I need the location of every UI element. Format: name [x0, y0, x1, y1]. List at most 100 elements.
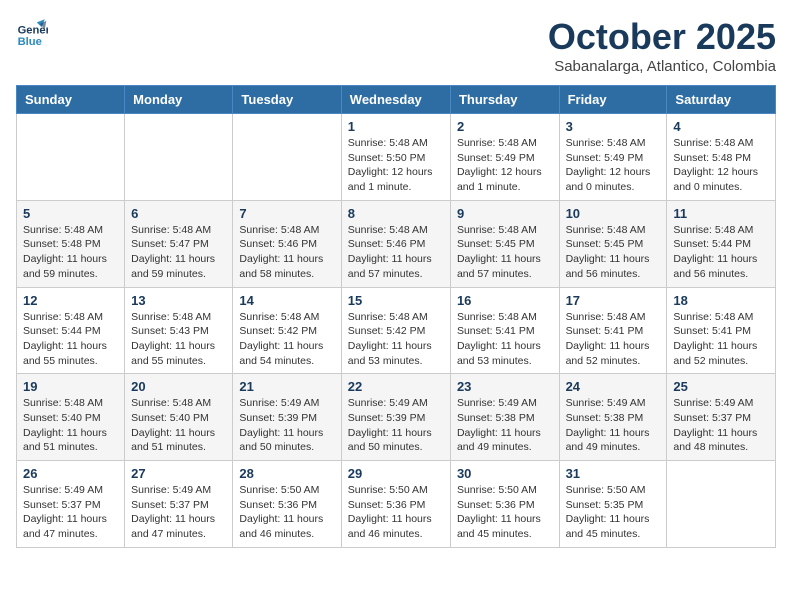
- day-info: Sunrise: 5:48 AMSunset: 5:46 PMDaylight:…: [348, 223, 444, 282]
- weekday-header-saturday: Saturday: [667, 86, 776, 114]
- day-info: Sunrise: 5:50 AMSunset: 5:36 PMDaylight:…: [457, 483, 553, 542]
- calendar-cell: 6Sunrise: 5:48 AMSunset: 5:47 PMDaylight…: [125, 200, 233, 287]
- day-number: 9: [457, 206, 553, 221]
- day-info: Sunrise: 5:48 AMSunset: 5:40 PMDaylight:…: [131, 396, 226, 455]
- day-number: 28: [239, 466, 334, 481]
- weekday-header-row: SundayMondayTuesdayWednesdayThursdayFrid…: [17, 86, 776, 114]
- day-info: Sunrise: 5:49 AMSunset: 5:37 PMDaylight:…: [23, 483, 118, 542]
- calendar-cell: 10 Sunrise: 5:48 AMSunset: 5:45 PMDayligh…: [559, 200, 667, 287]
- day-number: 4: [673, 119, 769, 134]
- calendar-cell: 9 Sunrise: 5:48 AMSunset: 5:45 PMDaylight…: [450, 200, 559, 287]
- weekday-header-sunday: Sunday: [17, 86, 125, 114]
- day-info: Sunrise: 5:48 AMSunset: 5:41 PMDaylight:…: [566, 310, 661, 369]
- calendar-cell: 16Sunrise: 5:48 AMSunset: 5:41 PMDayligh…: [450, 287, 559, 374]
- calendar-cell: 5 Sunrise: 5:48 AMSunset: 5:48 PMDaylight…: [17, 200, 125, 287]
- calendar-cell: 21 Sunrise: 5:49 AMSunset: 5:39 PMDayligh…: [233, 374, 341, 461]
- calendar-cell: 7 Sunrise: 5:48 AMSunset: 5:46 PMDaylight…: [233, 200, 341, 287]
- calendar-cell: 30 Sunrise: 5:50 AMSunset: 5:36 PMDayligh…: [450, 461, 559, 548]
- day-info: Sunrise: 5:48 AMSunset: 5:48 PMDaylight:…: [23, 223, 118, 282]
- calendar-cell: 4 Sunrise: 5:48 AMSunset: 5:48 PMDaylight…: [667, 114, 776, 201]
- day-info: Sunrise: 5:49 AMSunset: 5:38 PMDaylight:…: [457, 396, 553, 455]
- calendar-cell: 2 Sunrise: 5:48 AMSunset: 5:49 PMDaylight…: [450, 114, 559, 201]
- day-info: Sunrise: 5:48 AMSunset: 5:43 PMDaylight:…: [131, 310, 226, 369]
- day-number: 18: [673, 293, 769, 308]
- day-number: 7: [239, 206, 334, 221]
- calendar-cell: 20 Sunrise: 5:48 AMSunset: 5:40 PMDayligh…: [125, 374, 233, 461]
- calendar-cell: [125, 114, 233, 201]
- day-info: Sunrise: 5:48 AMSunset: 5:44 PMDaylight:…: [673, 223, 769, 282]
- day-number: 31: [566, 466, 661, 481]
- calendar-cell: 24 Sunrise: 5:49 AMSunset: 5:38 PMDayligh…: [559, 374, 667, 461]
- calendar-cell: 8 Sunrise: 5:48 AMSunset: 5:46 PMDaylight…: [341, 200, 450, 287]
- day-number: 14: [239, 293, 334, 308]
- calendar-cell: 12Sunrise: 5:48 AMSunset: 5:44 PMDayligh…: [17, 287, 125, 374]
- calendar-cell: 31 Sunrise: 5:50 AMSunset: 5:35 PMDayligh…: [559, 461, 667, 548]
- weekday-header-monday: Monday: [125, 86, 233, 114]
- day-number: 3: [566, 119, 661, 134]
- day-number: 15: [348, 293, 444, 308]
- day-number: 11: [673, 206, 769, 221]
- day-info: Sunrise: 5:48 AMSunset: 5:49 PMDaylight:…: [566, 136, 661, 195]
- day-number: 27: [131, 466, 226, 481]
- calendar-cell: 29 Sunrise: 5:50 AMSunset: 5:36 PMDayligh…: [341, 461, 450, 548]
- day-info: Sunrise: 5:48 AMSunset: 5:46 PMDaylight:…: [239, 223, 334, 282]
- day-number: 17: [566, 293, 661, 308]
- day-info: Sunrise: 5:50 AMSunset: 5:35 PMDaylight:…: [566, 483, 661, 542]
- day-info: Sunrise: 5:49 AMSunset: 5:39 PMDaylight:…: [348, 396, 444, 455]
- day-info: Sunrise: 5:48 AMSunset: 5:48 PMDaylight:…: [673, 136, 769, 195]
- calendar-cell: [233, 114, 341, 201]
- day-info: Sunrise: 5:48 AMSunset: 5:47 PMDaylight:…: [131, 223, 226, 282]
- calendar-cell: 3 Sunrise: 5:48 AMSunset: 5:49 PMDaylight…: [559, 114, 667, 201]
- day-number: 8: [348, 206, 444, 221]
- day-number: 13: [131, 293, 226, 308]
- calendar-cell: 11 Sunrise: 5:48 AMSunset: 5:44 PMDayligh…: [667, 200, 776, 287]
- day-number: 5: [23, 206, 118, 221]
- day-number: 30: [457, 466, 553, 481]
- calendar-cell: 13 Sunrise: 5:48 AMSunset: 5:43 PMDayligh…: [125, 287, 233, 374]
- calendar-cell: 17 Sunrise: 5:48 AMSunset: 5:41 PMDayligh…: [559, 287, 667, 374]
- logo-icon: General Blue: [16, 16, 48, 48]
- day-info: Sunrise: 5:48 AMSunset: 5:44 PMDaylight:…: [23, 310, 118, 369]
- day-info: Sunrise: 5:48 AMSunset: 5:45 PMDaylight:…: [457, 223, 553, 282]
- day-number: 26: [23, 466, 118, 481]
- day-number: 29: [348, 466, 444, 481]
- week-row-3: 12Sunrise: 5:48 AMSunset: 5:44 PMDayligh…: [17, 287, 776, 374]
- calendar-cell: 15 Sunrise: 5:48 AMSunset: 5:42 PMDayligh…: [341, 287, 450, 374]
- weekday-header-thursday: Thursday: [450, 86, 559, 114]
- calendar-cell: 28 Sunrise: 5:50 AMSunset: 5:36 PMDayligh…: [233, 461, 341, 548]
- calendar-cell: 22 Sunrise: 5:49 AMSunset: 5:39 PMDayligh…: [341, 374, 450, 461]
- calendar-cell: 26 Sunrise: 5:49 AMSunset: 5:37 PMDayligh…: [17, 461, 125, 548]
- calendar-cell: 23Sunrise: 5:49 AMSunset: 5:38 PMDayligh…: [450, 374, 559, 461]
- day-info: Sunrise: 5:48 AMSunset: 5:50 PMDaylight:…: [348, 136, 444, 195]
- day-number: 25: [673, 379, 769, 394]
- week-row-4: 19Sunrise: 5:48 AMSunset: 5:40 PMDayligh…: [17, 374, 776, 461]
- month-title: October 2025: [548, 16, 776, 58]
- day-number: 10: [566, 206, 661, 221]
- week-row-1: 1Sunrise: 5:48 AMSunset: 5:50 PMDaylight…: [17, 114, 776, 201]
- day-info: Sunrise: 5:50 AMSunset: 5:36 PMDaylight:…: [239, 483, 334, 542]
- day-number: 22: [348, 379, 444, 394]
- day-info: Sunrise: 5:49 AMSunset: 5:39 PMDaylight:…: [239, 396, 334, 455]
- svg-text:Blue: Blue: [18, 36, 42, 48]
- day-number: 2: [457, 119, 553, 134]
- day-number: 24: [566, 379, 661, 394]
- calendar-cell: 25Sunrise: 5:49 AMSunset: 5:37 PMDayligh…: [667, 374, 776, 461]
- day-info: Sunrise: 5:48 AMSunset: 5:41 PMDaylight:…: [673, 310, 769, 369]
- day-info: Sunrise: 5:48 AMSunset: 5:42 PMDaylight:…: [239, 310, 334, 369]
- day-number: 21: [239, 379, 334, 394]
- subtitle: Sabanalarga, Atlantico, Colombia: [548, 58, 776, 75]
- calendar-cell: [667, 461, 776, 548]
- calendar-cell: 19Sunrise: 5:48 AMSunset: 5:40 PMDayligh…: [17, 374, 125, 461]
- day-info: Sunrise: 5:48 AMSunset: 5:45 PMDaylight:…: [566, 223, 661, 282]
- day-info: Sunrise: 5:49 AMSunset: 5:37 PMDaylight:…: [131, 483, 226, 542]
- day-info: Sunrise: 5:48 AMSunset: 5:49 PMDaylight:…: [457, 136, 553, 195]
- week-row-2: 5 Sunrise: 5:48 AMSunset: 5:48 PMDaylight…: [17, 200, 776, 287]
- day-number: 20: [131, 379, 226, 394]
- day-info: Sunrise: 5:50 AMSunset: 5:36 PMDaylight:…: [348, 483, 444, 542]
- calendar-cell: 1Sunrise: 5:48 AMSunset: 5:50 PMDaylight…: [341, 114, 450, 201]
- calendar-cell: 18 Sunrise: 5:48 AMSunset: 5:41 PMDayligh…: [667, 287, 776, 374]
- week-row-5: 26 Sunrise: 5:49 AMSunset: 5:37 PMDayligh…: [17, 461, 776, 548]
- calendar-cell: 14 Sunrise: 5:48 AMSunset: 5:42 PMDayligh…: [233, 287, 341, 374]
- day-info: Sunrise: 5:49 AMSunset: 5:38 PMDaylight:…: [566, 396, 661, 455]
- day-info: Sunrise: 5:48 AMSunset: 5:42 PMDaylight:…: [348, 310, 444, 369]
